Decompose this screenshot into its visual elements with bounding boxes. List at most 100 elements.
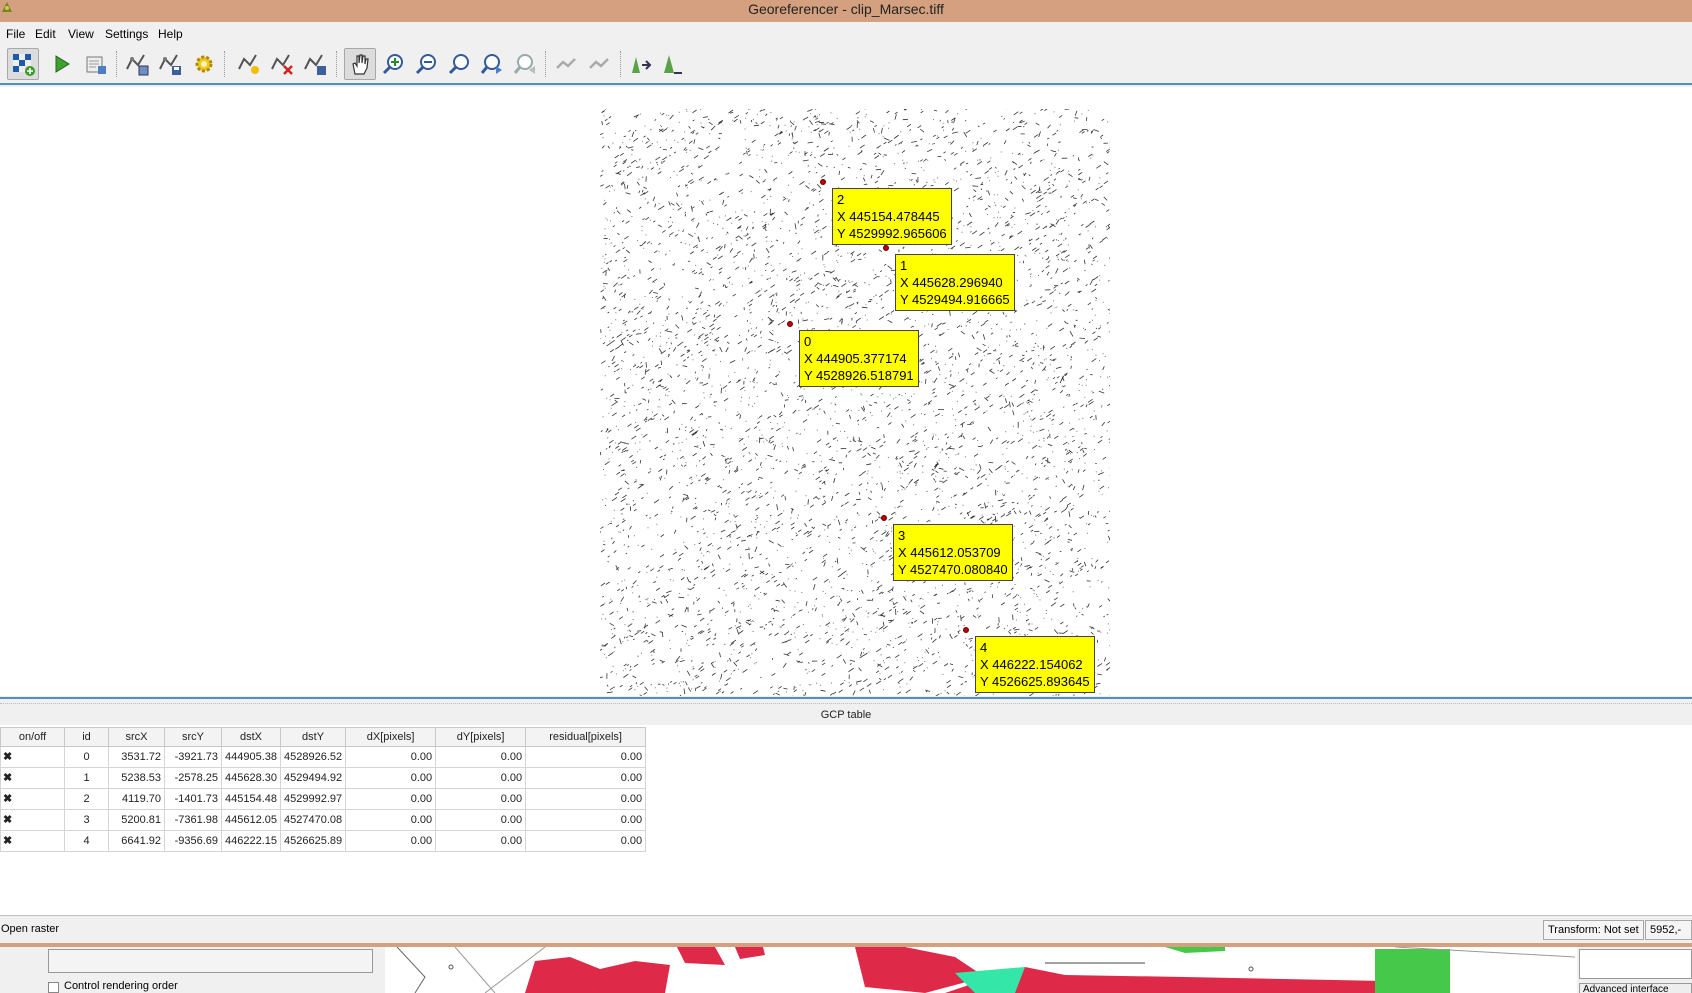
zoom-last-button[interactable]	[476, 48, 508, 80]
column-header-residual[interactable]: residual[pixels]	[525, 727, 647, 747]
table-row[interactable]: ✖ 3 5200.81 -7361.98 445612.05 4527470.08 0.00…	[0, 809, 647, 831]
column-header-id[interactable]: id	[64, 727, 109, 747]
background-right-panel: Advanced interface	[1577, 947, 1692, 993]
cell-dx[interactable]: 0.00	[345, 767, 437, 789]
control-rendering-order-checkbox[interactable]	[48, 982, 59, 993]
cell-residual[interactable]: 0.00	[525, 746, 647, 768]
cell-srcy[interactable]: -3921.73	[164, 746, 222, 768]
column-header-dstx[interactable]: dstX	[221, 727, 281, 747]
cell-srcx[interactable]: 3531.72	[108, 746, 165, 768]
load-gcp-points-button[interactable]	[121, 48, 153, 80]
check-mark-icon: ✖	[3, 835, 13, 847]
enabled-checkbox[interactable]: ✖	[0, 788, 65, 810]
map-canvas[interactable]: 2 X 445154.478445 Y 4529992.965606 1 X 44562…	[0, 87, 1692, 696]
cell-id[interactable]: 0	[64, 746, 109, 768]
cell-srcy[interactable]: -2578.25	[164, 767, 222, 789]
cell-srcy[interactable]: -9356.69	[164, 830, 222, 852]
cell-dx[interactable]: 0.00	[345, 809, 437, 831]
zoom-in-button[interactable]	[377, 48, 409, 80]
cell-residual[interactable]: 0.00	[525, 830, 647, 852]
cell-dx[interactable]: 0.00	[345, 788, 437, 810]
gcp-marker-2[interactable]	[820, 179, 826, 185]
gcp-marker-0[interactable]	[787, 321, 793, 327]
zoom-next-button[interactable]	[509, 48, 541, 80]
cell-residual[interactable]: 0.00	[525, 809, 647, 831]
gcp-marker-4[interactable]	[963, 627, 969, 633]
cell-srcy[interactable]: -1401.73	[164, 788, 222, 810]
cell-dy[interactable]: 0.00	[435, 830, 527, 852]
gcp-label-id: 4	[980, 640, 988, 655]
link-georeferencer-to-qgis-button[interactable]	[550, 48, 582, 80]
cell-dstx[interactable]: 445612.05	[221, 809, 281, 831]
menu-view[interactable]: View	[66, 27, 96, 41]
cell-dsty[interactable]: 4529494.92	[279, 767, 347, 789]
cell-srcx[interactable]: 5200.81	[108, 809, 165, 831]
transformation-settings-button[interactable]	[188, 48, 220, 80]
gcp-marker-1[interactable]	[883, 245, 889, 251]
enabled-checkbox[interactable]: ✖	[0, 767, 65, 789]
cell-id[interactable]: 3	[64, 809, 109, 831]
menu-edit[interactable]: Edit	[33, 27, 58, 41]
table-row[interactable]: ✖ 4 6641.92 -9356.69 446222.15 4526625.89 0.00…	[0, 830, 647, 852]
column-header-dsty[interactable]: dstY	[279, 727, 347, 747]
check-mark-icon: ✖	[3, 751, 13, 763]
column-header-dx[interactable]: dX[pixels]	[345, 727, 437, 747]
cell-dsty[interactable]: 4529992.97	[279, 788, 347, 810]
cell-dy[interactable]: 0.00	[435, 767, 527, 789]
column-header-srcy[interactable]: srcY	[164, 727, 222, 747]
gcp-label-y: Y 4528926.518791	[804, 368, 914, 383]
save-gcp-points-button[interactable]	[154, 48, 186, 80]
link-qgis-to-georeferencer-button[interactable]	[583, 48, 615, 80]
check-mark-icon: ✖	[3, 814, 13, 826]
cell-srcx[interactable]: 4119.70	[108, 788, 165, 810]
cell-dsty[interactable]: 4526625.89	[279, 830, 347, 852]
cell-dx[interactable]: 0.00	[345, 830, 437, 852]
zoom-to-layer-button[interactable]	[443, 48, 475, 80]
cell-residual[interactable]: 0.00	[525, 767, 647, 789]
gcp-label-3: 3 X 445612.053709 Y 4527470.080840	[893, 524, 1013, 581]
gcp-marker-3[interactable]	[881, 515, 887, 521]
menu-help[interactable]: Help	[156, 27, 185, 41]
cell-dy[interactable]: 0.00	[435, 746, 527, 768]
full-histogram-stretch-button[interactable]	[625, 48, 657, 80]
cell-srcx[interactable]: 5238.53	[108, 767, 165, 789]
menu-file[interactable]: File	[4, 27, 27, 41]
cell-dy[interactable]: 0.00	[435, 788, 527, 810]
cell-dsty[interactable]: 4527470.08	[279, 809, 347, 831]
enabled-checkbox[interactable]: ✖	[0, 746, 65, 768]
enabled-checkbox[interactable]: ✖	[0, 809, 65, 831]
column-header-srcx[interactable]: srcX	[108, 727, 165, 747]
transform-status[interactable]: Transform: Not set	[1543, 920, 1644, 940]
zoom-out-button[interactable]	[410, 48, 442, 80]
start-georeferencing-button[interactable]	[46, 48, 78, 80]
cell-dstx[interactable]: 445154.48	[221, 788, 281, 810]
cell-residual[interactable]: 0.00	[525, 788, 647, 810]
local-histogram-stretch-button[interactable]	[657, 48, 689, 80]
cell-srcx[interactable]: 6641.92	[108, 830, 165, 852]
cell-id[interactable]: 1	[64, 767, 109, 789]
cell-dstx[interactable]: 446222.15	[221, 830, 281, 852]
cell-dx[interactable]: 0.00	[345, 746, 437, 768]
status-bar: Open raster Transform: Not set 5952,-	[0, 915, 1692, 943]
pan-button[interactable]	[344, 48, 376, 80]
cell-id[interactable]: 2	[64, 788, 109, 810]
cell-dy[interactable]: 0.00	[435, 809, 527, 831]
open-raster-button[interactable]	[7, 48, 39, 80]
cell-dstx[interactable]: 444905.38	[221, 746, 281, 768]
table-row[interactable]: ✖ 1 5238.53 -2578.25 445628.30 4529494.92 0.00…	[0, 767, 647, 789]
move-gcp-point-button[interactable]	[299, 48, 331, 80]
cell-dsty[interactable]: 4528926.52	[279, 746, 347, 768]
menu-settings[interactable]: Settings	[103, 27, 150, 41]
table-row[interactable]: ✖ 2 4119.70 -1401.73 445154.48 4529992.97 0.00…	[0, 788, 647, 810]
delete-point-button[interactable]	[266, 48, 298, 80]
column-header-dy[interactable]: dY[pixels]	[435, 727, 527, 747]
cell-srcy[interactable]: -7361.98	[164, 809, 222, 831]
add-point-button[interactable]	[233, 48, 265, 80]
advanced-interface-button[interactable]: Advanced interface	[1579, 983, 1692, 993]
enabled-checkbox[interactable]: ✖	[0, 830, 65, 852]
cell-dstx[interactable]: 445628.30	[221, 767, 281, 789]
cell-id[interactable]: 4	[64, 830, 109, 852]
generate-gdal-script-button[interactable]	[80, 48, 112, 80]
column-header-onoff[interactable]: on/off	[0, 727, 65, 747]
table-row[interactable]: ✖ 0 3531.72 -3921.73 444905.38 4528926.52 0.00…	[0, 746, 647, 768]
